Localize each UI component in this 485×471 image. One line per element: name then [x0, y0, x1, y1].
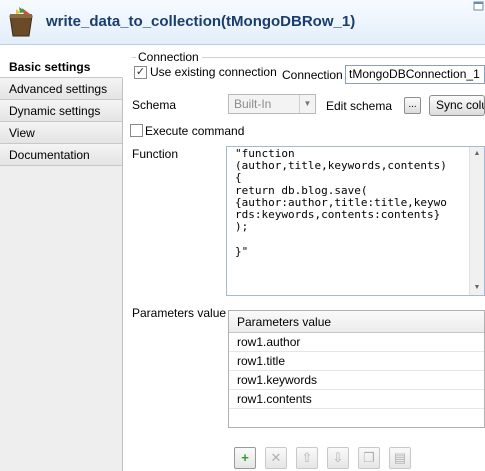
add-icon[interactable]: +: [234, 447, 256, 469]
sync-columns-button[interactable]: Sync columns: [429, 95, 485, 116]
component-title: write_data_to_collection(tMongoDBRow_1): [46, 13, 356, 30]
tab-basic-settings[interactable]: Basic settings: [0, 56, 123, 78]
tab-dynamic-settings[interactable]: Dynamic settings: [0, 100, 122, 122]
function-code-editor[interactable]: "function (author,title,keywords,content…: [226, 146, 485, 296]
group-divider: [132, 57, 136, 58]
remove-icon[interactable]: ✕: [265, 447, 287, 469]
paste-icon[interactable]: ▤: [389, 447, 411, 469]
parameters-column-header[interactable]: Parameters value: [229, 311, 484, 333]
talend-component-cup-icon: [9, 7, 33, 37]
schema-type-value: Built-In: [234, 97, 272, 111]
component-title-bar: write_data_to_collection(tMongoDBRow_1): [0, 0, 485, 45]
table-row[interactable]: row1.author: [229, 333, 484, 352]
table-row[interactable]: row1.keywords: [229, 371, 484, 390]
use-existing-connection-checkbox[interactable]: ✓: [134, 66, 147, 79]
group-divider: [202, 57, 485, 58]
code-vertical-scrollbar[interactable]: ▲ ▼: [469, 147, 484, 295]
connection-label: Connection: [282, 68, 343, 82]
tab-view[interactable]: View: [0, 122, 122, 144]
move-down-icon[interactable]: ⇩: [327, 447, 349, 469]
scroll-down-icon[interactable]: ▼: [470, 281, 484, 295]
scroll-up-icon[interactable]: ▲: [470, 147, 484, 161]
schema-label: Schema: [132, 98, 177, 112]
tab-documentation[interactable]: Documentation: [0, 144, 122, 166]
connection-select[interactable]: tMongoDBConnection_1: [345, 65, 485, 84]
move-up-icon[interactable]: ⇧: [296, 447, 318, 469]
function-code-text: "function (author,title,keywords,content…: [235, 147, 447, 258]
edit-schema-button[interactable]: ...: [404, 97, 421, 114]
table-row[interactable]: row1.contents: [229, 390, 484, 409]
maximize-icon[interactable]: [471, 0, 485, 14]
execute-command-checkbox[interactable]: [130, 124, 143, 137]
connection-group-label: Connection: [138, 50, 199, 64]
parameters-table: Parameters value row1.author row1.title …: [228, 310, 485, 428]
edit-schema-label: Edit schema: [326, 99, 393, 113]
table-row[interactable]: row1.title: [229, 352, 484, 371]
use-existing-connection-label: Use existing connection: [150, 65, 277, 79]
parameters-value-label: Parameters value: [132, 306, 227, 320]
basic-settings-panel: Connection ✓ Use existing connection Con…: [124, 46, 485, 471]
execute-command-label: Execute command: [145, 124, 245, 138]
copy-icon[interactable]: ❐: [358, 447, 380, 469]
settings-tab-list: Basic settings Advanced settings Dynamic…: [0, 56, 123, 471]
function-label: Function: [132, 147, 179, 161]
chevron-down-icon: ▼: [299, 95, 315, 113]
schema-type-select[interactable]: Built-In ▼: [228, 94, 316, 114]
tab-advanced-settings[interactable]: Advanced settings: [0, 78, 122, 100]
